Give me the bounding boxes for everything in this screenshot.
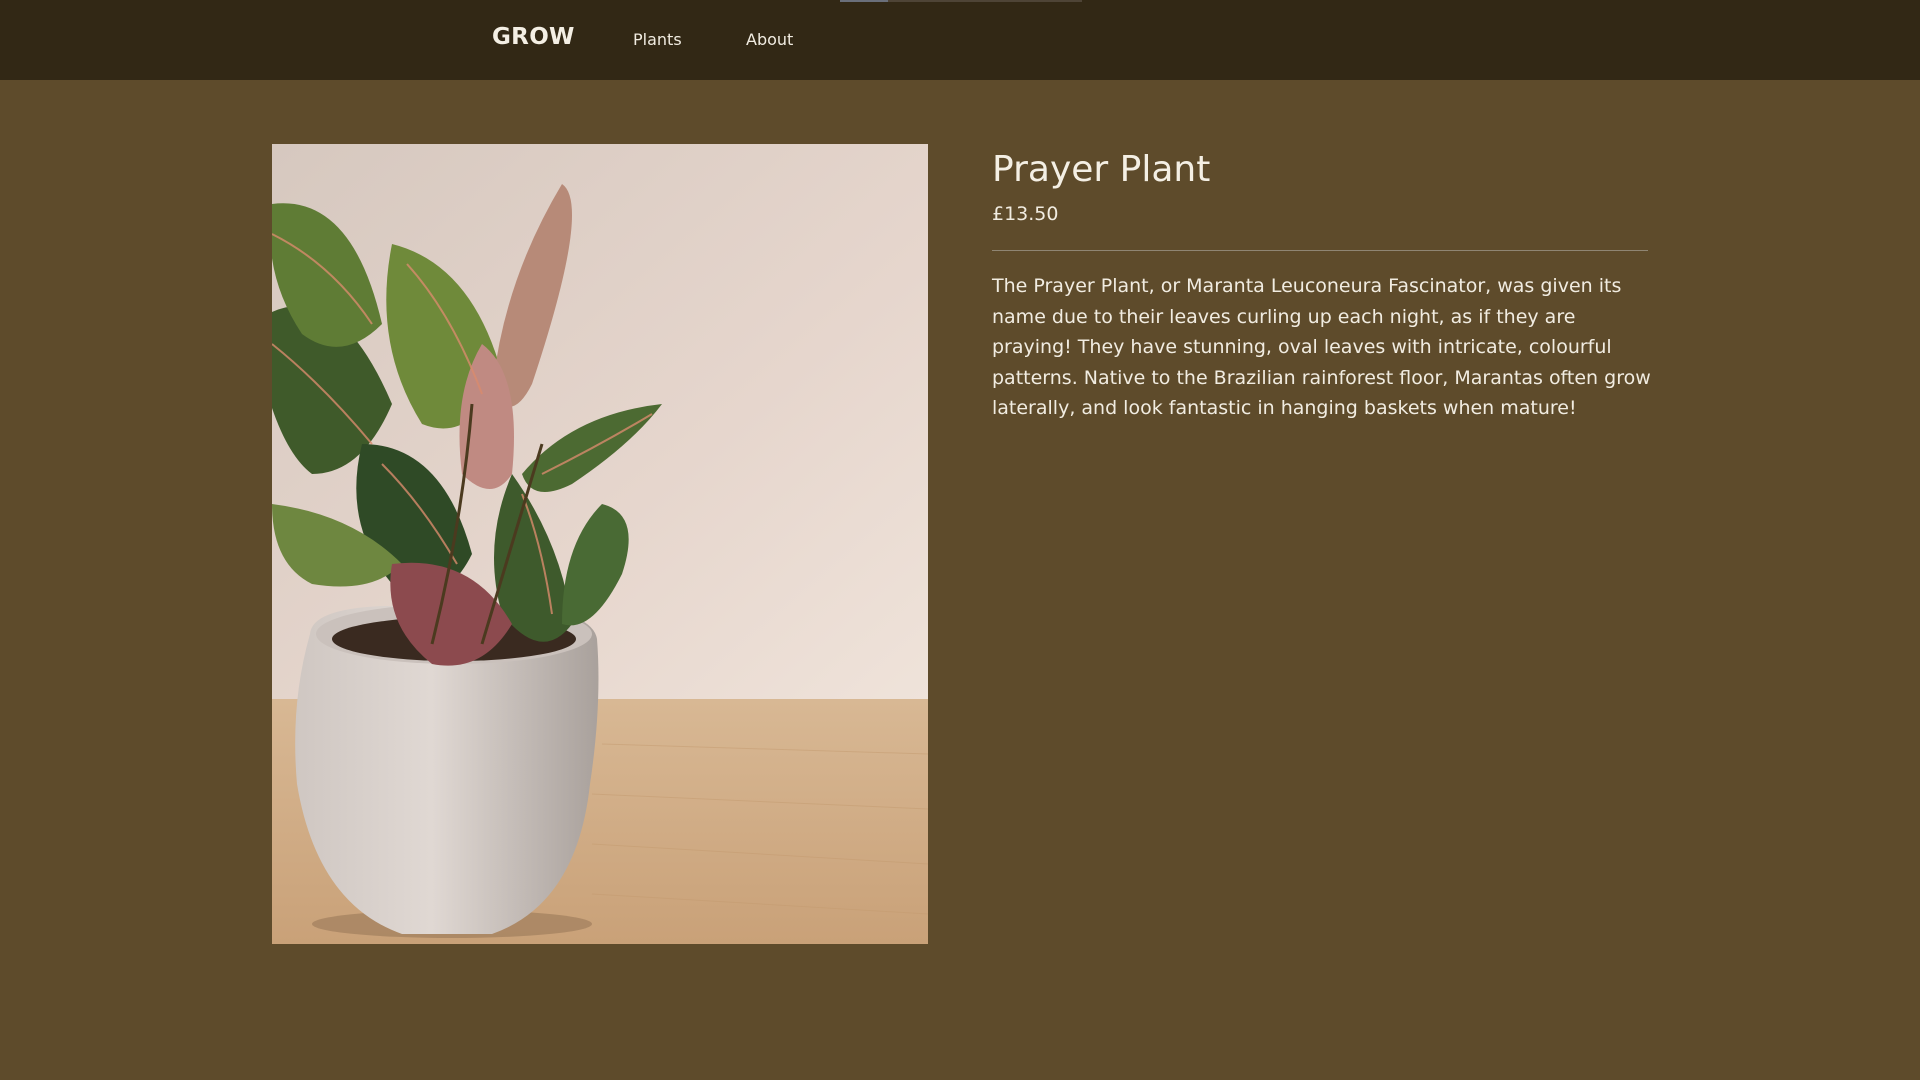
loading-indicator xyxy=(840,0,1082,2)
brand-logo-link[interactable]: GROW xyxy=(492,24,575,50)
product-price: £13.50 xyxy=(992,203,1059,225)
nav-link-about[interactable]: About xyxy=(746,30,793,49)
product-title: Prayer Plant xyxy=(992,149,1211,190)
product-image xyxy=(272,144,928,944)
nav-link-plants[interactable]: Plants xyxy=(633,30,682,49)
product-description: The Prayer Plant, or Maranta Leuconeura … xyxy=(992,275,1651,420)
navbar: GROW Plants About xyxy=(0,0,1920,80)
divider xyxy=(992,250,1648,251)
